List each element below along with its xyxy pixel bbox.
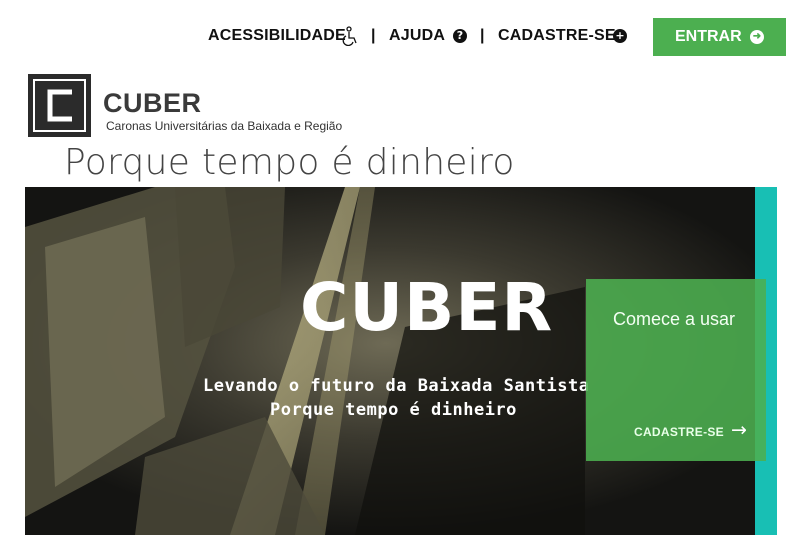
help-link[interactable]: AJUDA	[389, 27, 445, 45]
card-signup-link[interactable]: CADASTRE-SE	[634, 425, 724, 439]
plus-circle-icon[interactable]: +	[613, 29, 627, 43]
get-started-card: Comece a usar CADASTRE-SE →	[586, 279, 766, 461]
hero-subtitle-line1: Levando o futuro da Baixada Santista	[203, 376, 590, 396]
question-circle-icon[interactable]: ?	[453, 29, 467, 43]
cuber-logo-icon[interactable]	[28, 74, 91, 137]
top-navigation: ACESSIBILIDADE | AJUDA ? | CADASTRE-SE +…	[0, 18, 803, 56]
brand-subtitle: Caronas Universitárias da Baixada e Regi…	[106, 119, 343, 133]
wheelchair-icon[interactable]	[341, 26, 359, 50]
card-title: Comece a usar	[613, 309, 736, 329]
hero-banner: CUBER Levando o futuro da Baixada Santis…	[25, 187, 777, 535]
nav-separator: |	[371, 27, 376, 44]
arrow-circle-right-icon: ➜	[750, 30, 764, 44]
signup-link[interactable]: CADASTRE-SE	[498, 27, 616, 45]
brand-name: CUBER	[103, 88, 202, 118]
page-tagline: Porque tempo é dinheiro	[64, 142, 515, 183]
login-button[interactable]: ENTRAR ➜	[653, 18, 786, 56]
accessibility-link[interactable]: ACESSIBILIDADE	[208, 27, 346, 45]
login-label: ENTRAR	[675, 28, 742, 45]
hero-subtitle-line2: Porque tempo é dinheiro	[270, 400, 517, 420]
arrow-right-icon[interactable]: →	[731, 419, 747, 441]
nav-separator: |	[480, 27, 485, 44]
hero-title: CUBER	[300, 269, 554, 346]
